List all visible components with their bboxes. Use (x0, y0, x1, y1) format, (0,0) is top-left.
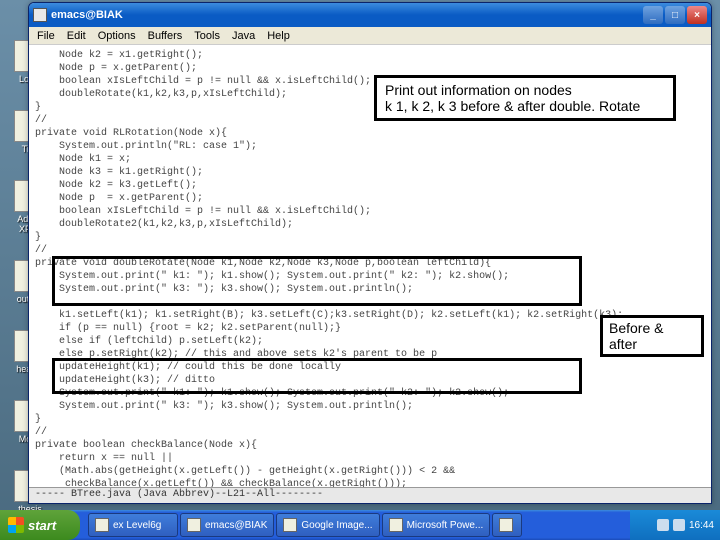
app-icon (95, 518, 109, 532)
close-button[interactable]: × (687, 6, 707, 24)
app-icon (499, 518, 513, 532)
taskbar-item[interactable]: Microsoft Powe... (382, 513, 491, 537)
menubar: File Edit Options Buffers Tools Java Hel… (29, 27, 711, 45)
highlight-box-1 (52, 256, 582, 306)
tray-icon[interactable] (657, 519, 669, 531)
titlebar[interactable]: emacs@BIAK _ □ × (29, 3, 711, 27)
menu-file[interactable]: File (37, 30, 55, 42)
taskbar-item-label: Google Image... (301, 520, 372, 531)
menu-options[interactable]: Options (98, 30, 136, 42)
app-icon (33, 8, 47, 22)
taskbar-item[interactable]: Google Image... (276, 513, 379, 537)
taskbar-item-label: ex Level6g (113, 520, 161, 531)
taskbar-item-label: emacs@BIAK (205, 520, 267, 531)
taskbar-item[interactable]: ex Level6g (88, 513, 178, 537)
tray-icon[interactable] (673, 519, 685, 531)
app-icon (389, 518, 403, 532)
windows-logo-icon (8, 517, 24, 533)
menu-edit[interactable]: Edit (67, 30, 86, 42)
minimize-button[interactable]: _ (643, 6, 663, 24)
start-label: start (28, 518, 56, 533)
window-title: emacs@BIAK (51, 9, 643, 21)
status-bar: ----- BTree.java (Java Abbrev)--L21--All… (29, 487, 711, 503)
annotation-text: k 1, k 2, k 3 before & after double. Rot… (385, 98, 665, 114)
taskbar-item-label: Microsoft Powe... (407, 520, 484, 531)
menu-tools[interactable]: Tools (194, 30, 220, 42)
taskbar-items: ex Level6g emacs@BIAK Google Image... Mi… (88, 513, 630, 537)
maximize-button[interactable]: □ (665, 6, 685, 24)
menu-buffers[interactable]: Buffers (148, 30, 183, 42)
taskbar-item[interactable] (492, 513, 522, 537)
app-icon (187, 518, 201, 532)
taskbar: start ex Level6g emacs@BIAK Google Image… (0, 510, 720, 540)
annotation-callout-1: Print out information on nodes k 1, k 2,… (374, 75, 676, 121)
menu-help[interactable]: Help (267, 30, 290, 42)
highlight-box-2 (52, 358, 582, 394)
taskbar-item[interactable]: emacs@BIAK (180, 513, 274, 537)
menu-java[interactable]: Java (232, 30, 255, 42)
annotation-text: Print out information on nodes (385, 82, 665, 98)
clock: 16:44 (689, 520, 714, 531)
app-icon (283, 518, 297, 532)
start-button[interactable]: start (0, 510, 80, 540)
annotation-callout-2: Before & after (600, 315, 704, 357)
window-controls: _ □ × (643, 6, 707, 24)
system-tray[interactable]: 16:44 (630, 510, 720, 540)
